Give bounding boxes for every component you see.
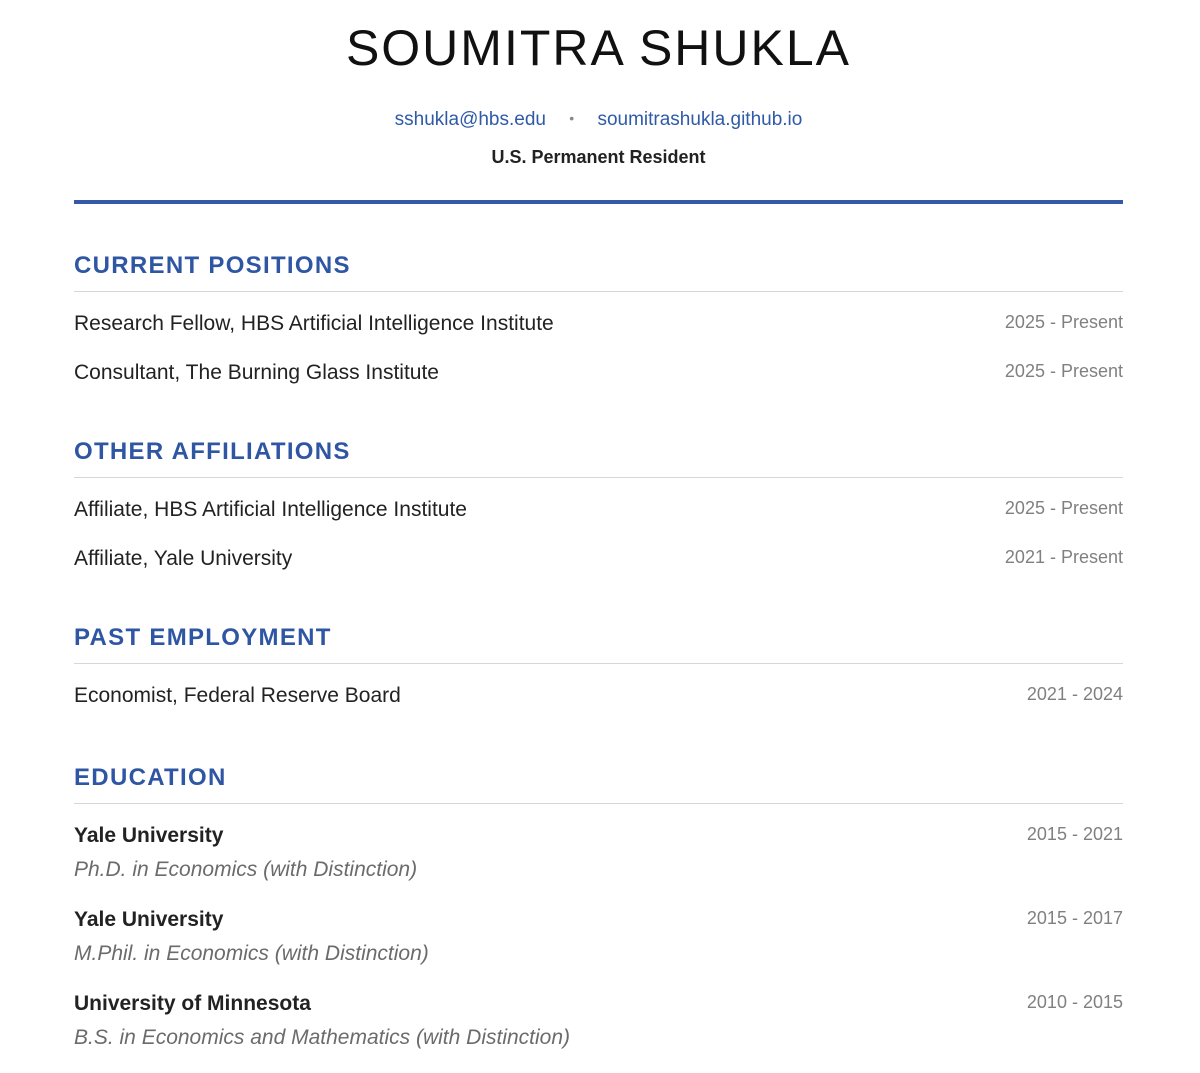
entry-title: Research Fellow, HBS Artificial Intellig… xyxy=(74,312,554,335)
list-item: Affiliate, Yale University 2021 - Presen… xyxy=(74,544,1123,593)
section-title: PAST EMPLOYMENT xyxy=(74,624,332,651)
list-item: Research Fellow, HBS Artificial Intellig… xyxy=(74,309,1123,358)
school-name: Yale University xyxy=(74,908,224,931)
section-divider xyxy=(74,477,1123,478)
education-item: Yale University Ph.D. in Economics (with… xyxy=(74,821,1123,905)
section-other-affiliations: OTHER AFFILIATIONS Affiliate, HBS Artifi… xyxy=(74,437,1123,593)
degree-name: B.S. in Economics and Mathematics (with … xyxy=(74,1026,571,1049)
entry-dates: 2010 - 2015 xyxy=(1026,992,1123,1012)
entry-dates: 2025 - Present xyxy=(1004,498,1123,518)
entry-dates: 2021 - 2024 xyxy=(1026,684,1123,704)
section-divider xyxy=(74,803,1123,804)
separator-dot: • xyxy=(569,110,575,126)
website-link[interactable]: soumitrashukla.github.io xyxy=(597,109,802,130)
section-divider xyxy=(74,291,1123,292)
school-name: University of Minnesota xyxy=(74,992,311,1015)
degree-name: M.Phil. in Economics (with Distinction) xyxy=(74,942,429,965)
entry-dates: 2025 - Present xyxy=(1004,312,1123,332)
entry-list: Economist, Federal Reserve Board 2021 - … xyxy=(74,681,1123,730)
list-item: Economist, Federal Reserve Board 2021 - … xyxy=(74,681,1123,730)
section-divider xyxy=(74,663,1123,664)
list-item: Consultant, The Burning Glass Institute … xyxy=(74,358,1123,407)
list-item: Affiliate, HBS Artificial Intelligence I… xyxy=(74,495,1123,544)
entry-list: Research Fellow, HBS Artificial Intellig… xyxy=(74,309,1123,407)
education-item: University of Minnesota B.S. in Economic… xyxy=(74,989,1123,1073)
degree-name: Ph.D. in Economics (with Distinction) xyxy=(74,858,418,881)
entry-title: Affiliate, Yale University xyxy=(74,547,293,570)
section-current-positions: CURRENT POSITIONS Research Fellow, HBS A… xyxy=(74,251,1123,407)
entry-list: Yale University Ph.D. in Economics (with… xyxy=(74,821,1123,1073)
page-title: SOUMITRA SHUKLA xyxy=(345,20,852,76)
entry-title: Affiliate, HBS Artificial Intelligence I… xyxy=(74,498,467,521)
section-title: CURRENT POSITIONS xyxy=(74,252,351,279)
section-title: EDUCATION xyxy=(74,764,227,791)
entry-title: Consultant, The Burning Glass Institute xyxy=(74,361,439,384)
school-name: Yale University xyxy=(74,824,224,847)
section-past-employment: PAST EMPLOYMENT Economist, Federal Reser… xyxy=(74,623,1123,730)
entry-dates: 2015 - 2017 xyxy=(1026,908,1123,928)
section-title: OTHER AFFILIATIONS xyxy=(74,438,351,465)
education-item: Yale University M.Phil. in Economics (wi… xyxy=(74,905,1123,989)
cv-page: SOUMITRA SHUKLA sshukla@hbs.edu • soumit… xyxy=(74,0,1123,1073)
entry-list: Affiliate, HBS Artificial Intelligence I… xyxy=(74,495,1123,593)
section-education: EDUCATION Yale University Ph.D. in Econo… xyxy=(74,763,1123,1073)
entry-title: Economist, Federal Reserve Board xyxy=(74,684,401,707)
email-link[interactable]: sshukla@hbs.edu xyxy=(395,109,546,130)
residency-status: U.S. Permanent Resident xyxy=(491,147,706,167)
entry-dates: 2021 - Present xyxy=(1004,547,1123,567)
entry-dates: 2015 - 2021 xyxy=(1026,824,1123,844)
header-divider xyxy=(74,200,1123,204)
contact-line: sshukla@hbs.edu • soumitrashukla.github.… xyxy=(74,108,1123,132)
entry-dates: 2025 - Present xyxy=(1004,361,1123,381)
